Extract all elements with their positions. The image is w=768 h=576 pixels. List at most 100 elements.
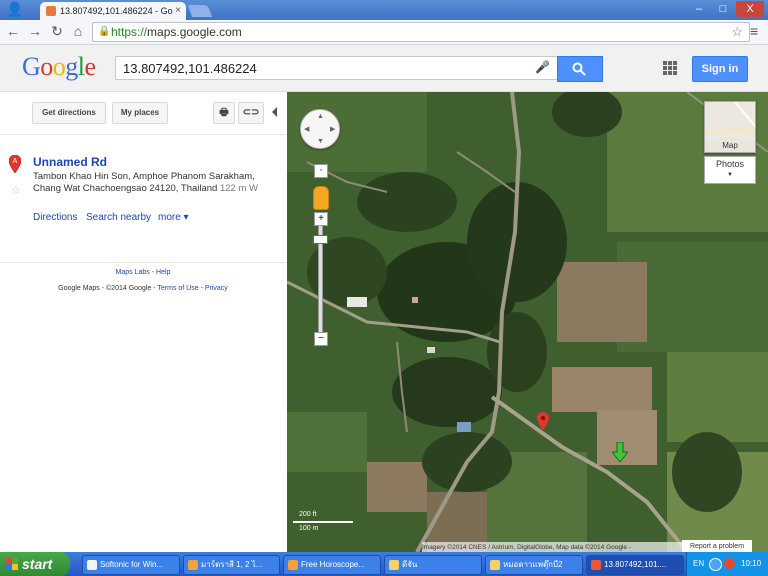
favicon-icon xyxy=(46,6,56,16)
satellite-map[interactable]: ▲ ▼ ◀ ▶ ◦ + − Map Photos ▼ 200 ft 100 m … xyxy=(287,92,768,552)
green-arrow-icon[interactable] xyxy=(612,442,628,462)
chrome-menu-icon[interactable]: ≡ xyxy=(750,24,764,38)
apps-grid-icon[interactable] xyxy=(663,61,677,75)
maximize-button[interactable]: □ xyxy=(712,1,734,17)
search-icon xyxy=(572,62,586,76)
lock-icon: 🔒 xyxy=(98,26,111,37)
google-header: Google 🎤 Sign in xyxy=(0,45,768,92)
chrome-icon xyxy=(591,559,601,570)
address-bar[interactable]: 🔒 https://maps.google.com ☆ xyxy=(92,22,750,42)
taskbar-item-label: 13.807492,101.... xyxy=(604,560,667,569)
taskbar-item-label: Softonic for Win... xyxy=(100,560,164,569)
google-logo[interactable]: Google xyxy=(22,52,96,82)
print-icon[interactable]: 🖶 xyxy=(213,102,235,124)
taskbar-item-chrome[interactable]: 13.807492,101.... xyxy=(586,555,684,575)
privacy-link[interactable]: Privacy xyxy=(205,285,228,292)
new-tab-button[interactable] xyxy=(187,5,213,17)
firefox-icon xyxy=(288,559,298,570)
map-marker-icon[interactable] xyxy=(537,412,549,430)
map-type-label: Map xyxy=(722,141,738,150)
browser-tab[interactable]: 13.807492,101.486224 - Go × xyxy=(40,2,186,20)
photos-label: Photos xyxy=(715,159,745,169)
zoom-in-button[interactable]: + xyxy=(314,212,328,226)
taskbar-item-folder-2[interactable]: หมอดาวแพตุ๊กบี2 xyxy=(485,555,583,575)
system-tray: EN 10:10 xyxy=(686,552,768,576)
location-pin-icon[interactable]: A xyxy=(9,155,21,173)
browser-toolbar: ← → ↻ ⌂ 🔒 https://maps.google.com ☆ ≡ xyxy=(0,20,768,45)
divider xyxy=(0,134,286,135)
close-tab-icon[interactable]: × xyxy=(175,5,181,16)
address-line2-text: Chang Wat Chachoengsao 24120, Thailand xyxy=(33,183,218,194)
search-input[interactable] xyxy=(121,57,525,79)
security-icon[interactable] xyxy=(724,558,735,569)
url-text: https://maps.google.com xyxy=(111,25,242,39)
street-view-pegman-icon[interactable] xyxy=(313,186,329,210)
divider xyxy=(0,262,286,263)
windows-taskbar: start Softonic for Win... มาร์ตราสี 1, 2… xyxy=(0,552,768,576)
place-name[interactable]: Unnamed Rd xyxy=(33,155,107,169)
language-indicator[interactable]: EN xyxy=(693,559,704,568)
microphone-icon[interactable]: 🎤 xyxy=(535,60,550,74)
map-thumbnail xyxy=(704,101,756,140)
forward-icon[interactable]: → xyxy=(27,23,43,39)
get-directions-button[interactable]: Get directions xyxy=(32,102,106,124)
map-scale: 200 ft 100 m xyxy=(293,511,363,535)
taskbar-item-folder-1[interactable]: ดีจัน xyxy=(384,555,482,575)
pin-letter: A xyxy=(13,158,18,165)
zoom-reset-button[interactable]: ◦ xyxy=(314,164,328,178)
directions-link[interactable]: Directions xyxy=(33,212,77,223)
scale-bar xyxy=(293,521,353,523)
bookmark-star-icon[interactable]: ☆ xyxy=(731,24,743,40)
windows-logo-icon xyxy=(6,558,18,570)
terms-link[interactable]: Terms of Use xyxy=(157,285,198,292)
search-button[interactable] xyxy=(557,56,603,82)
network-icon[interactable] xyxy=(709,558,722,571)
taskbar-item-browser-1[interactable]: มาร์ตราสี 1, 2 ไ... xyxy=(183,555,280,575)
report-problem-link[interactable]: Report a problem xyxy=(682,540,752,552)
user-profile-icon[interactable]: 👤 xyxy=(6,1,28,19)
left-panel: Get directions My places 🖶 ⊂⊃ A ☆ Unname… xyxy=(0,92,286,552)
clock: 10:10 xyxy=(741,559,762,568)
home-icon[interactable]: ⌂ xyxy=(70,23,86,39)
search-box[interactable]: 🎤 xyxy=(115,56,559,80)
pan-right-icon[interactable]: ▶ xyxy=(330,125,335,133)
back-icon[interactable]: ← xyxy=(5,23,21,39)
link-icon[interactable]: ⊂⊃ xyxy=(238,102,264,124)
pan-left-icon[interactable]: ◀ xyxy=(304,125,309,133)
taskbar-item-softonic[interactable]: Softonic for Win... xyxy=(82,555,180,575)
window-controls: – □ X xyxy=(688,1,764,17)
sign-in-button[interactable]: Sign in xyxy=(692,56,748,82)
photos-button[interactable]: Photos ▼ xyxy=(704,156,756,184)
maps-labs-link[interactable]: Maps Labs xyxy=(116,269,150,276)
minimize-button[interactable]: – xyxy=(688,1,710,17)
scale-meters: 100 m xyxy=(299,525,319,532)
legal-footer: Google Maps - ©2014 Google - Terms of Us… xyxy=(58,285,228,292)
pan-down-icon[interactable]: ▼ xyxy=(317,138,324,145)
tab-title: 13.807492,101.486224 - Go xyxy=(60,6,173,16)
browser-tab-bar: 👤 13.807492,101.486224 - Go × – □ X xyxy=(0,0,768,20)
folder-icon xyxy=(490,559,500,570)
more-link[interactable]: more ▾ xyxy=(158,212,189,223)
start-button[interactable]: start xyxy=(0,552,70,576)
search-nearby-link[interactable]: Search nearby xyxy=(86,212,151,223)
taskbar-item-horoscope[interactable]: Free Horoscope... xyxy=(283,555,381,575)
zoom-slider-handle[interactable] xyxy=(313,235,328,244)
place-address-line1: Tambon Khao Hin Son, Amphoe Phanom Sarak… xyxy=(33,171,255,182)
help-link[interactable]: Help xyxy=(156,269,170,276)
zoom-out-button[interactable]: − xyxy=(314,332,328,346)
close-window-button[interactable]: X xyxy=(736,1,764,17)
satellite-imagery xyxy=(287,92,768,552)
pan-control[interactable]: ▲ ▼ ◀ ▶ xyxy=(300,109,340,149)
map-attribution: Imagery ©2014 CNES / Astrium, DigitalGlo… xyxy=(422,542,682,552)
save-star-icon[interactable]: ☆ xyxy=(11,184,21,197)
taskbar-item-label: ดีจัน xyxy=(402,560,418,569)
distance-text: 122 m W xyxy=(219,183,258,194)
reload-icon[interactable]: ↻ xyxy=(49,23,65,39)
scale-feet: 200 ft xyxy=(299,511,317,518)
collapse-panel-icon[interactable] xyxy=(272,107,277,117)
my-places-button[interactable]: My places xyxy=(112,102,168,124)
map-type-toggle[interactable]: Map xyxy=(704,101,756,153)
pan-up-icon[interactable]: ▲ xyxy=(317,113,324,120)
window-icon xyxy=(87,559,97,570)
footer-links: Maps Labs - Help xyxy=(115,269,171,276)
